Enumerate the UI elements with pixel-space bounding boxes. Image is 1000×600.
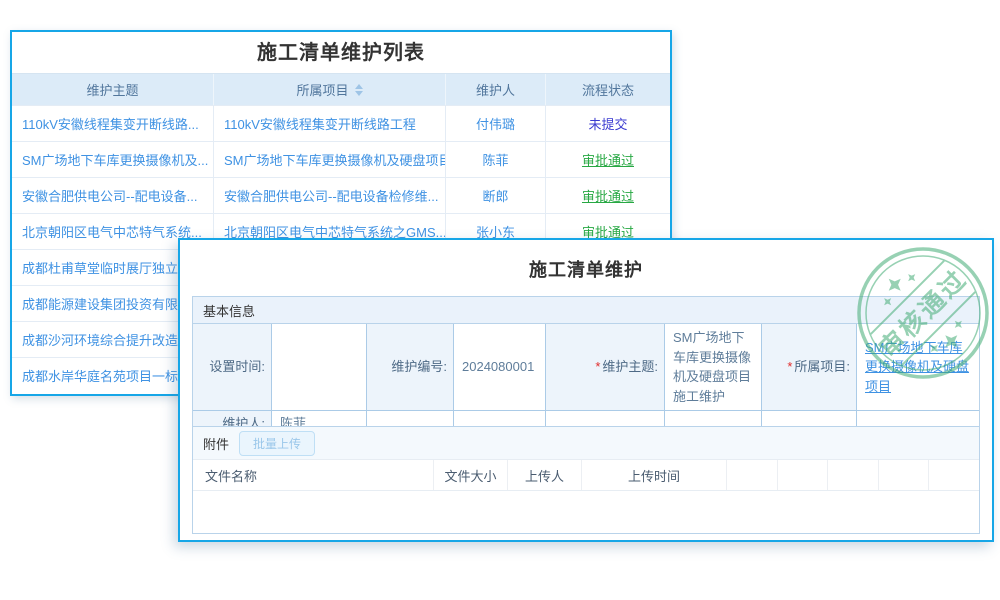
required-asterisk: *: [787, 358, 792, 376]
attachments-section-header: 附件 批量上传: [193, 427, 979, 459]
project-label: * 所属项目:: [761, 324, 856, 410]
empty-header-cell: [777, 460, 828, 490]
detail-panel-title: 施工清单维护: [180, 256, 992, 282]
required-asterisk: *: [595, 358, 600, 376]
column-header-file-name: 文件名称: [193, 460, 433, 490]
maintainer-name[interactable]: 付伟璐: [445, 106, 545, 141]
project-link[interactable]: SM广场地下车库更换摄像机及硬盘项目: [213, 142, 445, 177]
maintenance-number-field[interactable]: 2024080001: [453, 324, 545, 410]
maintenance-detail-panel: 施工清单维护 基本信息 设置时间: 维护编号: 2024080001 * 维护主…: [178, 238, 994, 542]
maintainer-name[interactable]: 断郎: [445, 178, 545, 213]
empty-header-cell: [878, 460, 929, 490]
set-time-label: 设置时间:: [193, 324, 271, 410]
topic-link[interactable]: 110kV安徽线程集变开断线路...: [12, 106, 213, 141]
screen: 施工清单维护列表 维护主题 所属项目 维护人 流程状态 110kV安徽线程集变开…: [0, 0, 1000, 600]
table-row: SM广场地下车库更换摄像机及... SM广场地下车库更换摄像机及硬盘项目 陈菲 …: [12, 141, 670, 177]
list-panel-title: 施工清单维护列表: [12, 32, 670, 74]
column-header-project[interactable]: 所属项目: [213, 74, 445, 105]
topic-link[interactable]: SM广场地下车库更换摄像机及...: [12, 142, 213, 177]
column-header-maintainer: 维护人: [445, 74, 545, 105]
attachments-title: 附件: [203, 434, 229, 453]
attachments-table-header: 文件名称 文件大小 上传人 上传时间: [193, 459, 979, 491]
attachments-empty-body: [193, 491, 979, 533]
status-badge[interactable]: 未提交: [545, 106, 670, 141]
column-header-status: 流程状态: [545, 74, 670, 105]
set-time-field[interactable]: [271, 324, 366, 410]
attachments-section: 附件 批量上传 文件名称 文件大小 上传人 上传时间: [192, 426, 980, 534]
batch-upload-button[interactable]: 批量上传: [239, 431, 315, 456]
status-badge[interactable]: 审批通过: [545, 178, 670, 213]
empty-header-cell: [928, 460, 979, 490]
basic-info-row-1: 设置时间: 维护编号: 2024080001 * 维护主题: SM广场地下车库更…: [193, 324, 979, 410]
empty-header-cell: [726, 460, 777, 490]
status-badge[interactable]: 审批通过: [545, 142, 670, 177]
maintenance-topic-label: * 维护主题:: [545, 324, 664, 410]
project-link[interactable]: 安徽合肥供电公司--配电设备检修维...: [213, 178, 445, 213]
basic-info-section-header: 基本信息: [193, 297, 979, 324]
project-link[interactable]: 110kV安徽线程集变开断线路工程: [213, 106, 445, 141]
basic-info-section: 基本信息 设置时间: 维护编号: 2024080001 * 维护主题: SM广场…: [192, 296, 980, 438]
topic-link[interactable]: 安徽合肥供电公司--配电设备...: [12, 178, 213, 213]
table-row: 110kV安徽线程集变开断线路... 110kV安徽线程集变开断线路工程 付伟璐…: [12, 105, 670, 141]
column-header-upload-time: 上传时间: [581, 460, 726, 490]
sort-icon[interactable]: [355, 84, 363, 96]
column-header-uploader: 上传人: [507, 460, 581, 490]
project-field: SM广场地下车库更换摄像机及硬盘项目: [856, 324, 979, 410]
maintainer-name[interactable]: 陈菲: [445, 142, 545, 177]
column-header-topic: 维护主题: [12, 74, 213, 105]
empty-header-cell: [827, 460, 878, 490]
maintenance-number-label: 维护编号:: [366, 324, 453, 410]
list-table-header: 维护主题 所属项目 维护人 流程状态: [12, 74, 670, 105]
column-header-file-size: 文件大小: [433, 460, 507, 490]
maintenance-topic-field[interactable]: SM广场地下车库更换摄像机及硬盘项目施工维护: [664, 324, 761, 410]
project-link[interactable]: SM广场地下车库更换摄像机及硬盘项目: [865, 338, 971, 397]
table-row: 安徽合肥供电公司--配电设备... 安徽合肥供电公司--配电设备检修维... 断…: [12, 177, 670, 213]
